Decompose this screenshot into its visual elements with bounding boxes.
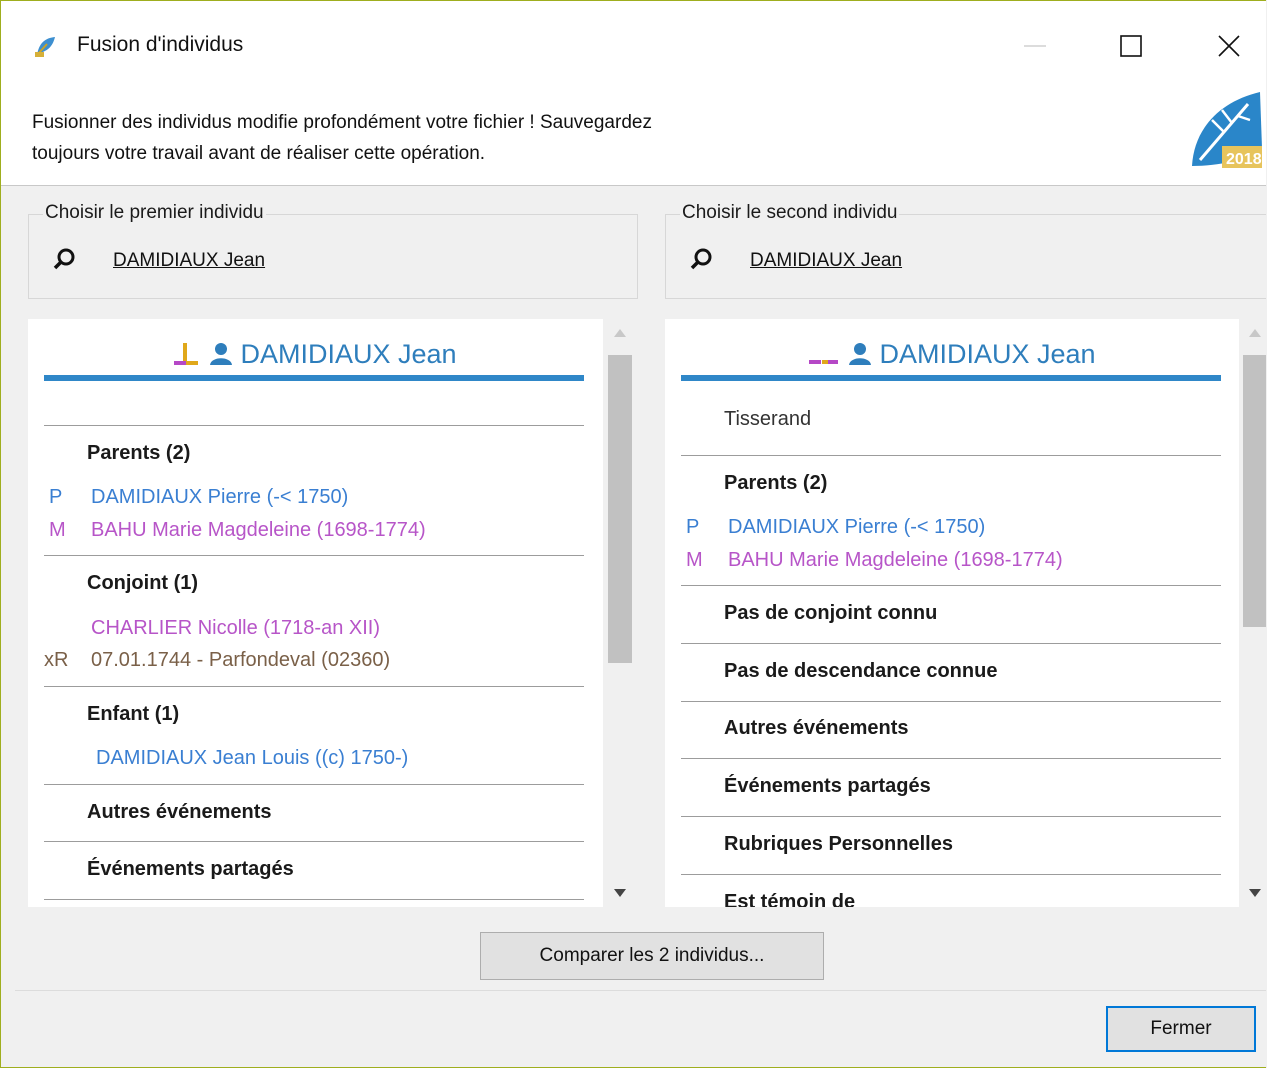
person-name[interactable]: DAMIDIAUX Jean bbox=[240, 339, 456, 370]
scroll-down-arrow[interactable] bbox=[1239, 879, 1266, 907]
shared-events-title[interactable]: Événements partagés bbox=[87, 858, 294, 881]
divider bbox=[681, 643, 1221, 644]
spouse-title: Conjoint (1) bbox=[87, 572, 199, 594]
marriage-prefix: xR bbox=[44, 649, 69, 671]
father-prefix: P bbox=[49, 486, 63, 508]
divider bbox=[44, 841, 584, 842]
minimize-button[interactable] bbox=[1005, 23, 1065, 69]
child-link[interactable]: DAMIDIAUX Jean Louis ((c) 1750-) bbox=[96, 747, 408, 770]
second-individual-group: Choisir le second individu DAMIDIAUX Jea… bbox=[665, 202, 1266, 299]
close-icon bbox=[1218, 35, 1240, 57]
close-window-button[interactable] bbox=[1199, 23, 1259, 69]
first-card-scrollbar[interactable] bbox=[604, 319, 636, 907]
scroll-thumb[interactable] bbox=[608, 355, 632, 663]
divider bbox=[681, 701, 1221, 702]
close-dialog-button[interactable]: Fermer bbox=[1106, 1006, 1256, 1052]
filiation-icon bbox=[809, 360, 839, 364]
divider bbox=[44, 555, 584, 556]
maximize-button[interactable] bbox=[1101, 23, 1161, 69]
personal-sections-title[interactable]: Rubriques Personnelles bbox=[724, 833, 953, 856]
divider bbox=[44, 784, 584, 785]
warning-line-1: Fusionner des individus modifie profondé… bbox=[32, 112, 652, 133]
divider bbox=[681, 816, 1221, 817]
marriage-event[interactable]: 07.01.1744 - Parfondeval (02360) bbox=[91, 649, 390, 672]
spouse-link[interactable]: CHARLIER Nicolle (1718-an XII) bbox=[91, 617, 380, 640]
second-individual-link[interactable]: DAMIDIAUX Jean bbox=[750, 250, 908, 272]
parents-title: Parents (2) bbox=[724, 472, 828, 494]
divider bbox=[44, 425, 584, 426]
first-individual-card: DAMIDIAUX Jean Parents (2) P DAMIDIAUX P… bbox=[28, 319, 603, 907]
compare-button[interactable]: Comparer les 2 individus... bbox=[480, 932, 824, 980]
person-icon bbox=[849, 343, 872, 365]
first-individual-group: Choisir le premier individu DAMIDIAUX Je… bbox=[28, 202, 638, 299]
arrow-up-icon bbox=[614, 329, 626, 337]
card-header: DAMIDIAUX Jean bbox=[28, 329, 603, 379]
search-icon[interactable] bbox=[690, 247, 714, 271]
scroll-up-arrow[interactable] bbox=[604, 319, 636, 347]
scroll-thumb[interactable] bbox=[1243, 355, 1266, 627]
divider bbox=[681, 874, 1221, 875]
app-leaf-icon bbox=[35, 37, 55, 57]
first-individual-link[interactable]: DAMIDIAUX Jean bbox=[113, 250, 271, 272]
father-link[interactable]: DAMIDIAUX Pierre (-< 1750) bbox=[91, 486, 348, 509]
first-individual-legend: Choisir le premier individu bbox=[43, 202, 266, 224]
father-link[interactable]: DAMIDIAUX Pierre (-< 1750) bbox=[728, 516, 985, 539]
merge-dialog: Fusion d'individus Fusionner des individ… bbox=[0, 0, 1266, 1068]
title-bar: Fusion d'individus bbox=[1, 1, 1266, 91]
header-rule bbox=[44, 375, 584, 381]
warning-text: Fusionner des individus modifie profondé… bbox=[32, 107, 852, 169]
second-individual-card: DAMIDIAUX Jean Tisserand Parents (2) P D… bbox=[665, 319, 1240, 907]
children-title: Enfant (1) bbox=[87, 703, 180, 725]
arrow-down-icon bbox=[1249, 889, 1261, 897]
parents-title: Parents (2) bbox=[87, 442, 191, 464]
heredis-logo: 2018 bbox=[1192, 92, 1262, 168]
search-icon[interactable] bbox=[53, 247, 77, 271]
card-header: DAMIDIAUX Jean bbox=[665, 329, 1240, 379]
person-name[interactable]: DAMIDIAUX Jean bbox=[879, 339, 1095, 370]
warning-line-2: toujours votre travail avant de réaliser… bbox=[32, 143, 486, 164]
divider bbox=[681, 758, 1221, 759]
other-events-title[interactable]: Autres événements bbox=[724, 717, 909, 740]
arrow-down-icon bbox=[614, 889, 626, 897]
logo-badge-text: 2018 bbox=[1226, 151, 1262, 168]
person-icon bbox=[210, 343, 233, 365]
scroll-up-arrow[interactable] bbox=[1239, 319, 1266, 347]
maximize-icon bbox=[1120, 35, 1142, 57]
father-prefix: P bbox=[686, 516, 700, 538]
mother-link[interactable]: BAHU Marie Magdeleine (1698-1774) bbox=[728, 549, 1063, 572]
second-individual-legend: Choisir le second individu bbox=[680, 202, 900, 224]
header-rule bbox=[681, 375, 1221, 381]
window-title: Fusion d'individus bbox=[77, 33, 244, 56]
minimize-icon bbox=[1024, 45, 1046, 47]
arrow-up-icon bbox=[1249, 329, 1261, 337]
witness-of-title[interactable]: Est témoin de bbox=[724, 891, 855, 907]
second-card-scrollbar[interactable] bbox=[1239, 319, 1266, 907]
divider bbox=[44, 686, 584, 687]
no-spouse-title: Pas de conjoint connu bbox=[724, 602, 938, 624]
footer-bar bbox=[15, 990, 1266, 1067]
mother-prefix: M bbox=[686, 549, 703, 571]
mother-link[interactable]: BAHU Marie Magdeleine (1698-1774) bbox=[91, 519, 426, 542]
occupation-text: Tisserand bbox=[724, 408, 812, 430]
mother-prefix: M bbox=[49, 519, 66, 541]
shared-events-title[interactable]: Événements partagés bbox=[724, 775, 931, 798]
divider bbox=[44, 899, 584, 900]
scroll-down-arrow[interactable] bbox=[604, 879, 636, 907]
other-events-title[interactable]: Autres événements bbox=[87, 801, 272, 824]
divider bbox=[681, 455, 1221, 456]
divider bbox=[681, 585, 1221, 586]
no-descendants-title: Pas de descendance connue bbox=[724, 660, 998, 682]
filiation-icon bbox=[174, 343, 199, 365]
